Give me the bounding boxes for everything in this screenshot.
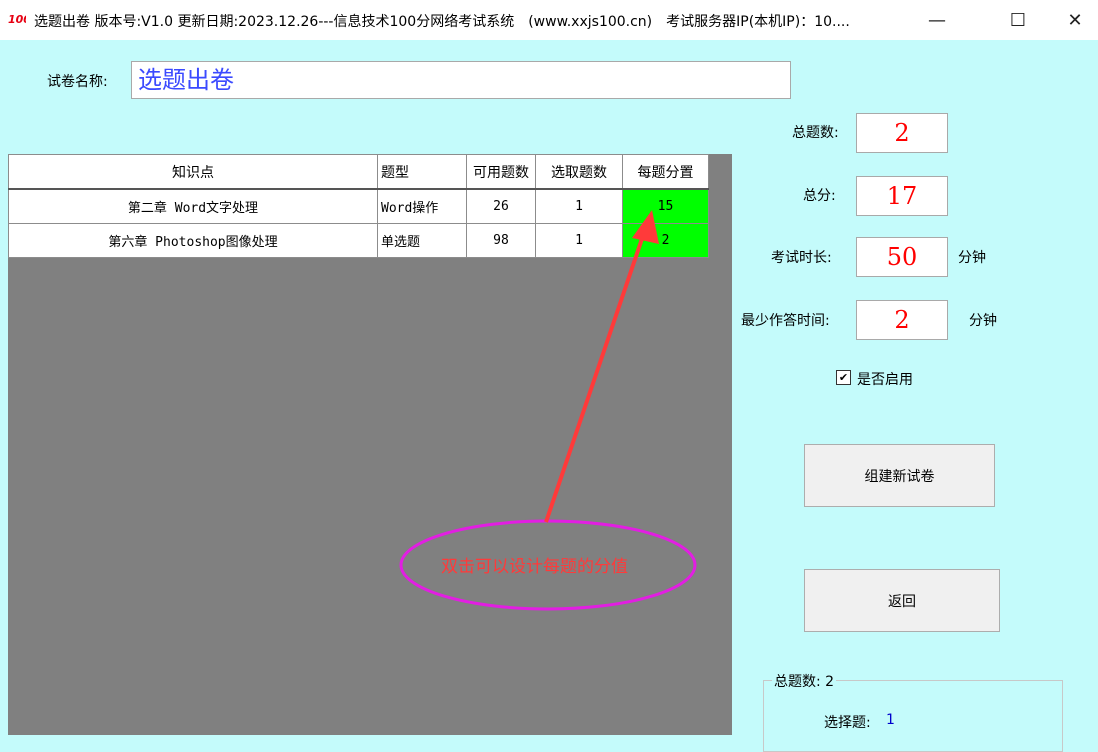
- annotation-arrowhead: [632, 210, 659, 244]
- annotation-arrow-line: [544, 223, 649, 523]
- annotation-overlay: [399, 210, 697, 611]
- annotation-text: 双击可以设计每题的分值: [441, 557, 628, 577]
